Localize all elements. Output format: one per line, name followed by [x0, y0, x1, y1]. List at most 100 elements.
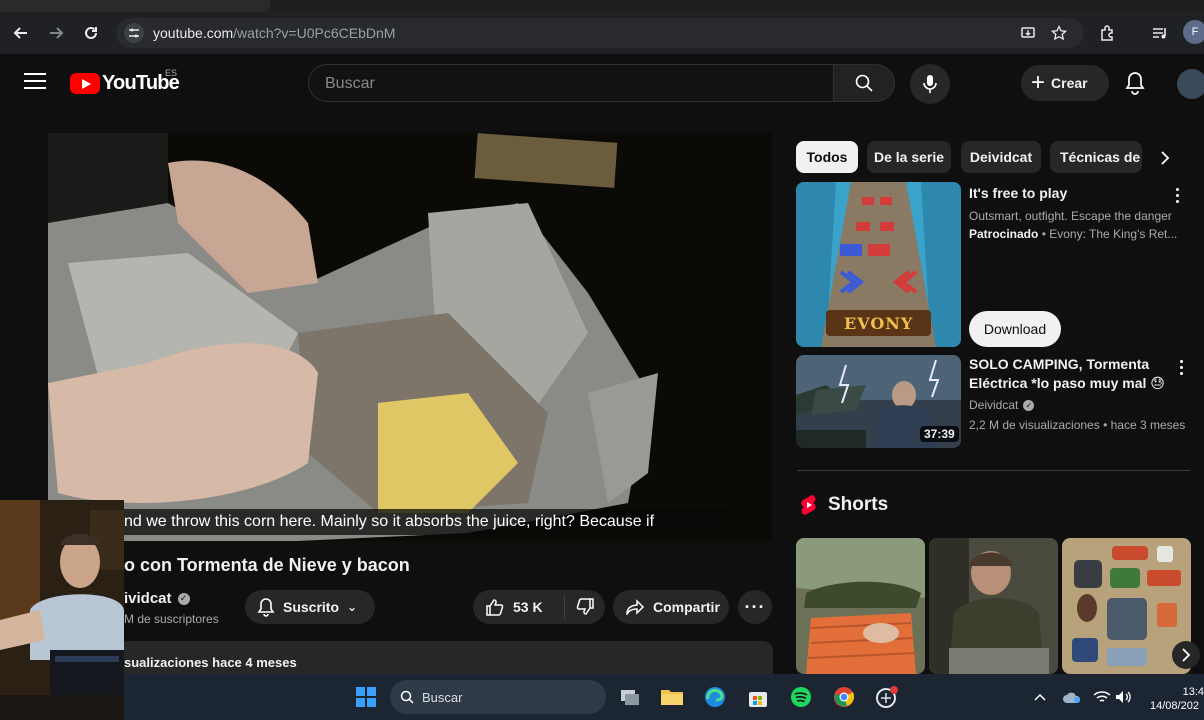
plus-icon: +: [1031, 69, 1046, 96]
channel-name[interactable]: ividcat ✓: [124, 590, 190, 607]
shorts-header: Shorts: [800, 494, 888, 516]
ad-description: Outsmart, outfight. Escape the danger: [969, 209, 1172, 223]
section-divider: [797, 470, 1190, 471]
microphone-icon: [923, 75, 937, 93]
related-video-title-line1: SOLO CAMPING, Tormenta: [969, 356, 1150, 372]
short-image-1: [796, 538, 925, 674]
chevron-right-icon[interactable]: [1152, 145, 1178, 171]
clock-date: 14/08/202: [1150, 700, 1199, 712]
search-icon: [400, 690, 414, 704]
shorts-logo-icon: [801, 495, 816, 515]
media-controls-icon[interactable]: [1148, 21, 1172, 45]
volume-icon[interactable]: [1110, 683, 1138, 711]
extensions-icon[interactable]: [1096, 21, 1120, 45]
forward-icon[interactable]: [44, 21, 68, 45]
subscribed-button[interactable]: Suscrito ⌄: [245, 590, 375, 624]
reload-icon[interactable]: [79, 21, 103, 45]
related-channel[interactable]: Deividcat ✓: [969, 398, 1035, 412]
ad-title[interactable]: It's free to play: [969, 184, 1159, 203]
install-app-icon[interactable]: [1016, 21, 1040, 45]
file-explorer-icon[interactable]: [658, 683, 686, 711]
ad-sponsor-line: Patrocinado • Evony: The King's Ret...: [969, 227, 1177, 241]
search-button[interactable]: [833, 64, 895, 102]
youtube-play-icon: [70, 72, 100, 94]
sponsored-label: Patrocinado: [969, 227, 1039, 241]
back-icon[interactable]: [9, 21, 33, 45]
related-video-title[interactable]: SOLO CAMPING, Tormenta Eléctrica *lo pas…: [969, 355, 1169, 393]
hamburger-menu-icon[interactable]: [24, 73, 46, 91]
spotify-icon[interactable]: [787, 683, 815, 711]
url-text: youtube.com/watch?v=U0Pc6CEbDnM: [153, 25, 395, 41]
thumbs-up-icon: [486, 599, 504, 616]
short-thumbnail-1[interactable]: [796, 538, 925, 674]
ad-thumbnail-logo: EVONY: [844, 314, 914, 333]
video-player[interactable]: [48, 133, 772, 541]
taskbar-search-label: Buscar: [422, 689, 463, 705]
chip-de-la-serie[interactable]: De la serie: [867, 141, 951, 173]
onedrive-icon[interactable]: [1058, 683, 1086, 711]
advertiser-name: Evony: The King's Ret...: [1049, 227, 1178, 241]
download-button[interactable]: Download: [969, 311, 1061, 347]
thumbs-down-icon: [576, 598, 594, 615]
youtube-header: YouTube ES Buscar + Crear: [0, 54, 1204, 112]
short-thumbnail-2[interactable]: [929, 538, 1058, 674]
ad-thumbnail[interactable]: EVONY: [796, 182, 961, 347]
like-dislike-group: 53 K: [473, 590, 605, 624]
related-channel-name: Deividcat: [969, 398, 1019, 412]
task-view-icon[interactable]: [616, 683, 644, 711]
address-bar[interactable]: youtube.com/watch?v=U0Pc6CEbDnM: [116, 18, 1084, 48]
video-title: o con Tormenta de Nieve y bacon: [124, 555, 410, 575]
tray-chevron-up-icon[interactable]: [1026, 683, 1054, 711]
notifications-bell-icon[interactable]: [1124, 71, 1148, 95]
browser-tab-active[interactable]: [0, 0, 270, 12]
subscribed-label: Suscrito: [283, 599, 340, 615]
site-info-icon[interactable]: [124, 23, 144, 43]
video-caption: nd we throw this corn here. Mainly so it…: [118, 509, 728, 535]
youtube-logo[interactable]: YouTube: [70, 71, 180, 95]
browser-tabstrip: [0, 0, 1204, 12]
ad-more-vertical-icon[interactable]: [1176, 188, 1180, 206]
like-button[interactable]: 53 K: [473, 595, 565, 619]
related-video-meta: 2,2 M de visualizaciones • hace 3 meses: [969, 418, 1186, 432]
chip-tecnicas[interactable]: Técnicas de: [1050, 141, 1142, 173]
related-video-title-line2: Eléctrica *lo paso muy mal 😓: [969, 375, 1165, 391]
country-code: ES: [165, 68, 178, 78]
verified-badge-icon: ✓: [1023, 399, 1035, 411]
chip-deividcat[interactable]: Deividcat: [961, 141, 1041, 173]
related-more-vertical-icon[interactable]: [1180, 360, 1184, 378]
voice-search-button[interactable]: [910, 64, 950, 104]
share-button[interactable]: Compartir: [613, 590, 729, 624]
shorts-label: Shorts: [828, 494, 889, 515]
taskbar-clock[interactable]: 13:4 14/08/202: [1144, 686, 1204, 712]
url-host: youtube.com: [153, 25, 234, 41]
search-icon: [855, 74, 873, 92]
recording-app-icon[interactable]: [873, 683, 901, 711]
browser-toolbar: youtube.com/watch?v=U0Pc6CEbDnM: [0, 12, 1204, 54]
edge-browser-icon[interactable]: [701, 683, 729, 711]
windows-start-icon[interactable]: [352, 683, 380, 711]
short-image-2: [929, 538, 1058, 674]
bookmark-star-icon[interactable]: [1047, 21, 1071, 45]
create-label: Crear: [1051, 75, 1088, 91]
webcam-person-image: [0, 500, 124, 720]
channel-name-text: ividcat: [124, 590, 172, 607]
microsoft-store-icon[interactable]: [744, 683, 772, 711]
more-actions-button[interactable]: ···: [738, 590, 772, 624]
webcam-overlay: [0, 500, 124, 720]
bell-icon: [257, 598, 275, 617]
like-count: 53 K: [513, 599, 543, 615]
create-button[interactable]: + Crear: [1021, 65, 1109, 101]
dislike-button[interactable]: [565, 598, 605, 616]
url-path: /watch?v=U0Pc6CEbDnM: [233, 25, 396, 41]
view-count-and-date: sualizaciones hace 4 meses: [124, 655, 297, 670]
taskbar-search-box[interactable]: Buscar: [390, 680, 606, 714]
user-avatar[interactable]: [1177, 69, 1204, 99]
chrome-icon[interactable]: [830, 683, 858, 711]
search-input[interactable]: Buscar: [308, 64, 834, 102]
search-placeholder: Buscar: [325, 75, 375, 92]
subscriber-count: M de suscriptores: [124, 612, 219, 626]
chevron-down-icon: ⌄: [347, 600, 358, 614]
browser-profile-avatar[interactable]: F: [1183, 20, 1204, 44]
chip-todos[interactable]: Todos: [796, 141, 858, 173]
shorts-next-chevron-icon[interactable]: [1172, 641, 1200, 669]
